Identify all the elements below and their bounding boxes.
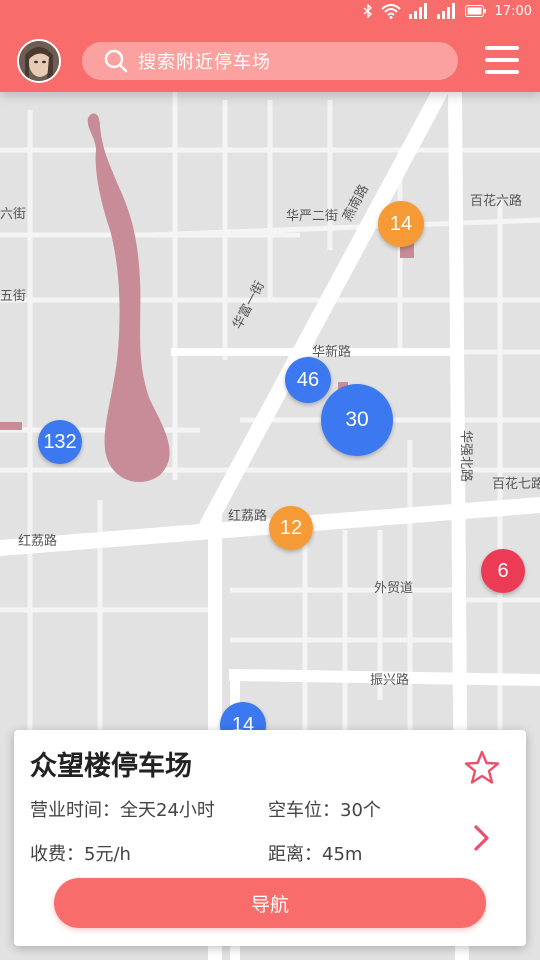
road-label: 五街 xyxy=(0,288,26,303)
distance: 距离：45m xyxy=(268,844,363,865)
parking-name: 众望楼停车场 xyxy=(30,751,192,782)
search-bar[interactable]: 搜索附近停车场 xyxy=(82,42,458,80)
search-placeholder: 搜索附近停车场 xyxy=(138,52,271,73)
parking-cluster-marker[interactable]: 6 xyxy=(481,549,525,593)
parking-cluster-marker[interactable]: 30 xyxy=(321,384,393,456)
parking-fee: 收费：5元/h xyxy=(30,844,131,865)
road-label: 百花七路 xyxy=(492,476,540,491)
parking-cluster-marker[interactable]: 14 xyxy=(378,201,424,247)
road-label: 红荔路 xyxy=(228,508,267,523)
wifi-icon xyxy=(380,3,401,19)
road-label: 红荔路 xyxy=(18,533,57,548)
status-bar: 17:00 xyxy=(0,0,540,26)
search-icon xyxy=(104,49,128,73)
free-spaces: 空车位：30个 xyxy=(268,800,381,821)
parking-info-card: 众望楼停车场 营业时间：全天24小时 空车位：30个 收费：5元/h 距离：45… xyxy=(14,730,526,946)
favorite-star-icon[interactable] xyxy=(462,748,502,788)
chevron-right-icon[interactable] xyxy=(470,822,494,854)
signal-icon xyxy=(436,3,455,19)
bluetooth-icon xyxy=(363,4,372,18)
opening-hours: 营业时间：全天24小时 xyxy=(30,800,215,821)
parking-cluster-marker[interactable]: 132 xyxy=(38,420,82,464)
signal-icon xyxy=(408,3,427,19)
avatar-image xyxy=(19,41,59,81)
road-label: 华严二街 xyxy=(286,208,338,223)
user-avatar[interactable] xyxy=(17,39,61,83)
parking-cluster-marker[interactable]: 12 xyxy=(269,506,313,550)
status-time: 17:00 xyxy=(494,3,532,19)
road-label: 百花六路 xyxy=(470,193,522,208)
road-label: 六街 xyxy=(0,206,26,221)
battery-icon xyxy=(464,5,486,17)
parking-cluster-marker[interactable]: 46 xyxy=(285,357,331,403)
road-label: 华强北路 xyxy=(459,430,474,482)
navigate-button[interactable]: 导航 xyxy=(54,878,486,928)
road-label: 华新路 xyxy=(312,344,351,359)
top-app-bar: 17:00 搜索附近停车场 xyxy=(0,0,540,92)
menu-icon xyxy=(485,46,519,50)
road-label: 振兴路 xyxy=(370,672,409,687)
road-label: 外贸道 xyxy=(374,580,413,595)
menu-button[interactable] xyxy=(484,46,520,74)
